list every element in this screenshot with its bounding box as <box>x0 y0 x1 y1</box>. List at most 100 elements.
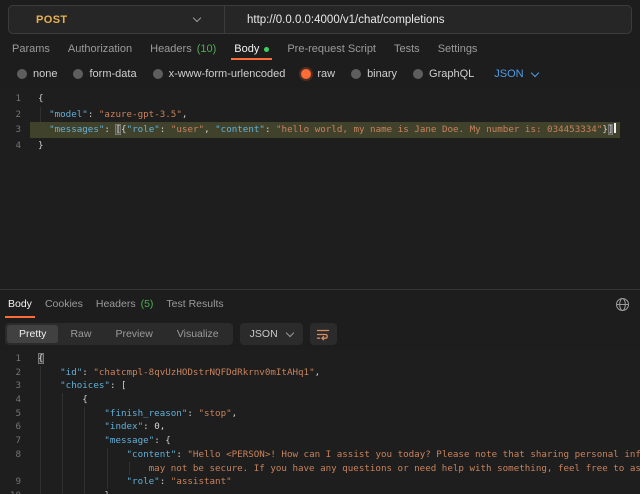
url-bar: POST <box>8 5 632 34</box>
code-token: "content" <box>127 449 177 460</box>
wrap-text-button[interactable] <box>310 323 337 345</box>
body-type-x-www-form-urlencoded[interactable]: x-www-form-urlencoded <box>153 68 286 80</box>
body-type-binary[interactable]: binary <box>351 68 397 80</box>
body-type-raw[interactable]: raw <box>301 68 335 80</box>
code-token: , <box>315 367 321 378</box>
code-token <box>38 109 49 120</box>
line-number: 3 <box>0 122 30 138</box>
radio-icon <box>153 69 163 79</box>
code-line: 1{ <box>0 352 640 366</box>
request-tab-authorization[interactable]: Authorization <box>68 38 132 60</box>
code-token: "choices" <box>60 380 110 391</box>
tab-label: Test Results <box>166 298 223 310</box>
radio-icon <box>351 69 361 79</box>
radio-icon <box>301 69 311 79</box>
code-token: : { <box>154 435 171 446</box>
body-type-form-data[interactable]: form-data <box>73 68 136 80</box>
code-token: { <box>38 353 44 364</box>
line-number: 1 <box>0 91 30 107</box>
code-line: 3 "choices": [ <box>0 379 640 393</box>
request-tab-body[interactable]: Body <box>234 38 269 60</box>
code-line: 7 "message": { <box>0 434 640 448</box>
body-type-graphql[interactable]: GraphQL <box>413 68 474 80</box>
code-token <box>38 380 60 391</box>
code-token: "role" <box>127 124 160 135</box>
chevron-down-icon <box>285 328 293 336</box>
code-token: "chatcmpl-8qvUzHODstrNQFDdRkrnv0mItAHq1" <box>93 367 314 378</box>
line-number: 1 <box>0 352 30 366</box>
tab-label: Cookies <box>45 298 83 310</box>
code-token: : <box>187 408 198 419</box>
request-tab-headers[interactable]: Headers (10) <box>150 38 216 60</box>
code-token: "azure-gpt-3.5" <box>99 109 182 120</box>
code-token: : <box>104 124 115 135</box>
line-number: 6 <box>0 420 30 434</box>
response-body-editor[interactable]: 1{2 "id": "chatcmpl-8qvUzHODstrNQFDdRkrn… <box>0 350 640 494</box>
code-line: may not be secure. If you have any quest… <box>0 462 640 476</box>
view-raw[interactable]: Raw <box>58 325 103 343</box>
code-token: : <box>143 421 154 432</box>
response-view-switcher: PrettyRawPreviewVisualize <box>5 323 233 345</box>
globe-icon[interactable] <box>615 297 630 312</box>
code-token: } <box>104 490 110 494</box>
request-pane: POST ParamsAuthorizationHeaders(10)BodyP… <box>0 0 640 289</box>
response-tab-test-results[interactable]: Test Results <box>166 290 223 318</box>
tab-label: Headers <box>150 43 192 55</box>
code-token: : <box>265 124 276 135</box>
line-number: 2 <box>0 366 30 380</box>
radio-icon <box>17 69 27 79</box>
response-tab-headers[interactable]: Headers(5) <box>96 290 154 318</box>
code-token: "id" <box>60 367 82 378</box>
view-pretty[interactable]: Pretty <box>7 325 58 343</box>
code-token: "model" <box>49 109 88 120</box>
radio-label: raw <box>317 68 335 80</box>
code-token <box>38 490 104 494</box>
code-token: : <box>82 367 93 378</box>
response-tab-body[interactable]: Body <box>8 290 32 318</box>
body-type-none[interactable]: none <box>17 68 57 80</box>
request-tabs: Params Authorization Headers (10) Body Pre-re… <box>0 38 640 60</box>
response-language-label: JSON <box>250 328 278 340</box>
code-line: 4} <box>0 138 640 154</box>
request-tab-settings[interactable]: Settings <box>438 38 478 60</box>
response-view-row: PrettyRawPreviewVisualize JSON <box>0 318 640 350</box>
line-number: 9 <box>0 475 30 489</box>
code-token: "index" <box>104 421 143 432</box>
request-tab-params[interactable]: Params <box>12 38 50 60</box>
radio-label: x-www-form-urlencoded <box>169 68 286 80</box>
view-preview[interactable]: Preview <box>103 325 164 343</box>
code-token: } <box>38 140 44 151</box>
response-language-dropdown[interactable]: JSON <box>240 323 303 345</box>
tab-count-badge: (10) <box>197 43 217 55</box>
code-token: "Hello <PERSON>! How can I assist you to… <box>187 449 640 460</box>
tab-label: Authorization <box>68 43 132 55</box>
radio-label: binary <box>367 68 397 80</box>
code-token <box>38 367 60 378</box>
code-token: "assistant" <box>171 476 232 487</box>
view-visualize[interactable]: Visualize <box>165 325 231 343</box>
url-input[interactable] <box>225 6 631 33</box>
code-token <box>38 476 127 487</box>
code-token: "user" <box>171 124 204 135</box>
radio-label: none <box>33 68 57 80</box>
code-token: "stop" <box>198 408 231 419</box>
response-tabs-row: Body Cookies Headers(5) Test Results <box>0 290 640 318</box>
code-token: : <box>88 109 99 120</box>
tab-label: Body <box>8 298 32 310</box>
request-body-editor[interactable]: 1{2 "model": "azure-gpt-3.5",3 "messages… <box>0 88 640 289</box>
line-number <box>0 462 30 476</box>
request-tab-pre-request-script[interactable]: Pre-request Script <box>287 38 376 60</box>
code-token <box>38 421 104 432</box>
code-token: , <box>232 408 238 419</box>
tab-label: Settings <box>438 43 478 55</box>
request-tab-tests[interactable]: Tests <box>394 38 420 60</box>
url-row: POST <box>0 0 640 38</box>
response-tab-cookies[interactable]: Cookies <box>45 290 83 318</box>
code-token: , <box>182 109 188 120</box>
request-language-dropdown[interactable]: JSON <box>494 68 537 80</box>
method-label: POST <box>36 14 68 26</box>
code-token: : [ <box>110 380 127 391</box>
code-line: 4 { <box>0 393 640 407</box>
radio-label: GraphQL <box>429 68 474 80</box>
method-selector[interactable]: POST <box>9 6 224 33</box>
